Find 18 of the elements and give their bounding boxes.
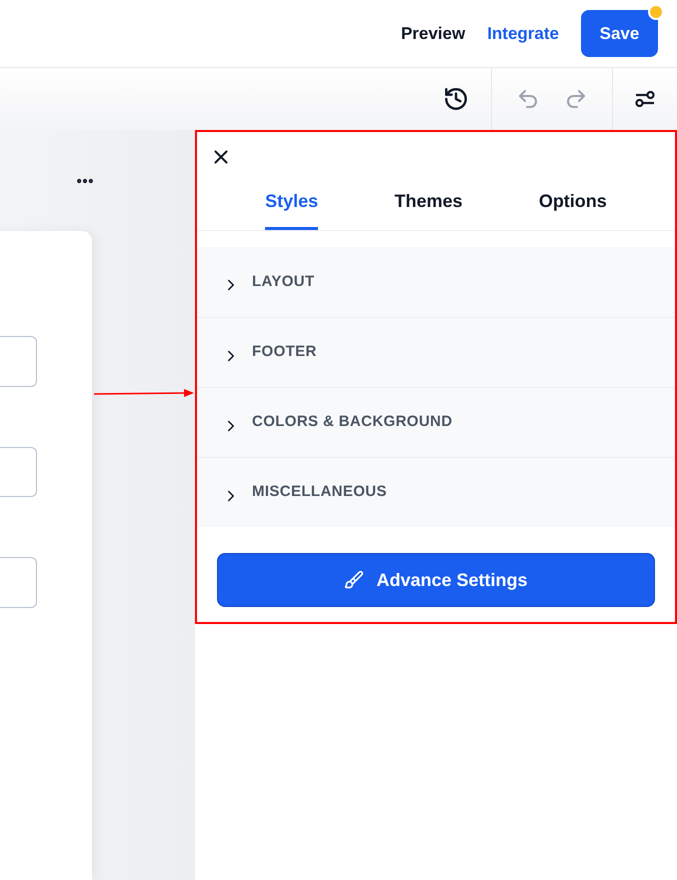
- accordion-item[interactable]: MISCELLANEOUS: [197, 457, 675, 527]
- tab[interactable]: Themes: [394, 188, 463, 230]
- advance-settings-button[interactable]: Advance Settings: [217, 553, 655, 607]
- accordion-item[interactable]: COLORS & BACKGROUND: [197, 387, 675, 457]
- section-label: MISCELLANEOUS: [252, 482, 387, 502]
- brush-icon: [344, 570, 364, 590]
- settings-icon[interactable]: [635, 91, 655, 107]
- accordion-item[interactable]: FOOTER: [197, 317, 675, 387]
- history-icon[interactable]: [443, 86, 469, 112]
- section-label: COLORS & BACKGROUND: [252, 412, 452, 432]
- section-label: LAYOUT: [252, 272, 315, 292]
- section-label: FOOTER: [252, 342, 317, 362]
- save-button[interactable]: Save: [581, 10, 658, 57]
- accordion-item[interactable]: LAYOUT: [197, 247, 675, 317]
- tab[interactable]: Options: [538, 188, 607, 230]
- header-link[interactable]: Integrate: [487, 20, 559, 46]
- header-link[interactable]: Preview: [400, 20, 466, 46]
- tab[interactable]: Styles: [265, 188, 318, 230]
